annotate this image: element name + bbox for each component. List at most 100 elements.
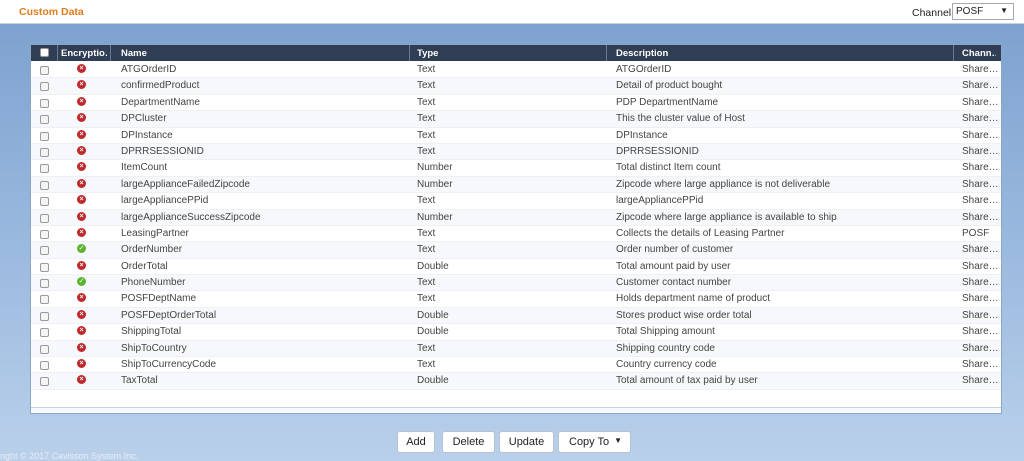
- cell-description: Detail of product bought: [616, 80, 723, 92]
- table-row[interactable]: × TaxTotal Double Total amount of tax paid …: [31, 373, 1001, 390]
- table-row[interactable]: × largeApplianceFailedZipcode Number Zipcod…: [31, 176, 1001, 194]
- cell-description: Total amount of tax paid by user: [616, 375, 758, 387]
- cell-channel: Share…: [962, 359, 999, 371]
- column-header-name[interactable]: Name: [121, 48, 147, 59]
- cell-name: DepartmentName: [121, 96, 200, 108]
- cell-name: confirmedProduct: [121, 80, 200, 92]
- cell-type: Text: [417, 195, 436, 207]
- row-checkbox[interactable]: [40, 82, 49, 92]
- table-row[interactable]: × ShipToCurrencyCode Text Country currency …: [31, 357, 1001, 374]
- cell-channel: Share…: [962, 195, 999, 207]
- cell-channel: Share…: [962, 80, 999, 92]
- row-checkbox[interactable]: [40, 197, 49, 207]
- row-checkbox[interactable]: [40, 213, 49, 223]
- row-checkbox[interactable]: [40, 246, 49, 256]
- table-body: × ATGOrderID Text ATGOrderID Share… × confirme…: [31, 62, 1001, 390]
- encrypted-check-icon: ✓: [77, 244, 86, 254]
- column-header-description[interactable]: Description: [616, 48, 668, 59]
- copy-to-button[interactable]: Copy To ▼: [558, 431, 631, 453]
- table-row[interactable]: × DPInstance Text DPInstance Share…: [31, 128, 1001, 144]
- row-checkbox[interactable]: [40, 147, 49, 157]
- table-row[interactable]: ✓ OrderNumber Text Order number of customer…: [31, 242, 1001, 259]
- cell-description: Order number of customer: [616, 244, 734, 256]
- table-row[interactable]: × ATGOrderID Text ATGOrderID Share…: [31, 62, 1001, 79]
- cell-type: Double: [417, 309, 449, 321]
- cell-description: PDP DepartmentName: [616, 96, 719, 108]
- cell-channel: Share…: [962, 211, 999, 223]
- table-row[interactable]: × ShipToCountry Text Shipping country code S…: [31, 340, 1001, 358]
- cell-channel: Share…: [962, 244, 999, 256]
- not-encrypted-x-icon: ×: [77, 227, 86, 237]
- cell-name: ATGOrderID: [121, 64, 177, 75]
- not-encrypted-x-icon: ×: [77, 145, 86, 155]
- row-checkbox[interactable]: [40, 328, 49, 338]
- cell-channel: Share…: [962, 113, 999, 125]
- row-checkbox[interactable]: [40, 66, 49, 75]
- table-footer: [31, 407, 1001, 413]
- add-button[interactable]: Add: [397, 431, 435, 453]
- row-checkbox[interactable]: [40, 377, 49, 387]
- cell-description: DPInstance: [616, 129, 668, 141]
- cell-channel: POSF: [962, 227, 990, 239]
- not-encrypted-x-icon: ×: [77, 113, 86, 123]
- update-button[interactable]: Update: [499, 431, 554, 453]
- table-row[interactable]: × ShippingTotal Double Total Shipping amoun…: [31, 324, 1001, 341]
- row-checkbox[interactable]: [40, 279, 49, 289]
- table-row[interactable]: × POSFDeptName Text Holds department name o…: [31, 291, 1001, 308]
- delete-button[interactable]: Delete: [442, 431, 495, 453]
- table-row[interactable]: ✓ PhoneNumber Text Customer contact number S…: [31, 275, 1001, 292]
- cell-description: Customer contact number: [616, 277, 732, 289]
- row-checkbox[interactable]: [40, 311, 49, 321]
- table-row[interactable]: × largeApplianceSuccessZipcode Number Zipco…: [31, 209, 1001, 226]
- table-row[interactable]: × DPRRSESSIONID Text DPRRSESSIONID Share…: [31, 143, 1001, 161]
- caret-down-icon: ▼: [614, 436, 622, 445]
- table-row[interactable]: × POSFDeptOrderTotal Double Stores product …: [31, 307, 1001, 325]
- cell-channel: Share…: [962, 277, 999, 289]
- channel-select[interactable]: POSF ▼: [952, 3, 1014, 20]
- encrypted-check-icon: ✓: [77, 277, 86, 287]
- cell-name: largeApplianceFailedZipcode: [121, 178, 250, 190]
- cell-type: Number: [417, 178, 453, 190]
- row-checkbox[interactable]: [40, 229, 49, 239]
- select-all-checkbox[interactable]: [40, 48, 49, 57]
- cell-channel: Share…: [962, 293, 999, 305]
- cell-channel: Share…: [962, 96, 999, 108]
- table-row[interactable]: × confirmedProduct Text Detail of product b…: [31, 78, 1001, 95]
- cell-name: TaxTotal: [121, 375, 158, 387]
- cell-description: Shipping country code: [616, 342, 715, 354]
- not-encrypted-x-icon: ×: [77, 359, 86, 369]
- table-row[interactable]: × ItemCount Number Total distinct Item coun…: [31, 160, 1001, 177]
- cell-type: Text: [417, 64, 436, 75]
- row-checkbox[interactable]: [40, 131, 49, 141]
- row-checkbox[interactable]: [40, 180, 49, 190]
- row-checkbox[interactable]: [40, 164, 49, 174]
- table-row[interactable]: × LeasingPartner Text Collects the details …: [31, 226, 1001, 243]
- cell-channel: Share…: [962, 178, 999, 190]
- row-checkbox[interactable]: [40, 361, 49, 371]
- cell-type: Number: [417, 162, 453, 174]
- table-row[interactable]: × DepartmentName Text PDP DepartmentName Sha…: [31, 95, 1001, 112]
- row-checkbox[interactable]: [40, 98, 49, 108]
- table-row[interactable]: × DPCluster Text This the cluster value of …: [31, 111, 1001, 128]
- cell-type: Text: [417, 293, 436, 305]
- copy-to-label: Copy To: [569, 436, 610, 448]
- column-header-type[interactable]: Type: [417, 48, 438, 59]
- row-checkbox[interactable]: [40, 115, 49, 125]
- cell-description: ATGOrderID: [616, 64, 672, 75]
- row-checkbox[interactable]: [40, 344, 49, 354]
- table-row[interactable]: × largeAppliancePPid Text largeAppliancePPi…: [31, 193, 1001, 210]
- row-checkbox[interactable]: [40, 295, 49, 305]
- column-header-channel[interactable]: Chann…: [962, 48, 996, 59]
- cell-name: DPCluster: [121, 113, 167, 125]
- column-header-encryption[interactable]: Encryptio…: [61, 48, 107, 59]
- cell-name: ItemCount: [121, 162, 168, 174]
- cell-name: ShipToCurrencyCode: [121, 359, 217, 371]
- cell-type: Text: [417, 342, 436, 354]
- row-checkbox[interactable]: [40, 262, 49, 272]
- not-encrypted-x-icon: ×: [77, 195, 86, 205]
- cell-channel: Share…: [962, 162, 999, 174]
- not-encrypted-x-icon: ×: [77, 178, 86, 188]
- table-row[interactable]: × OrderTotal Double Total amount paid by us…: [31, 259, 1001, 276]
- cell-channel: Share…: [962, 342, 999, 354]
- cell-description: Total distinct Item count: [616, 162, 721, 174]
